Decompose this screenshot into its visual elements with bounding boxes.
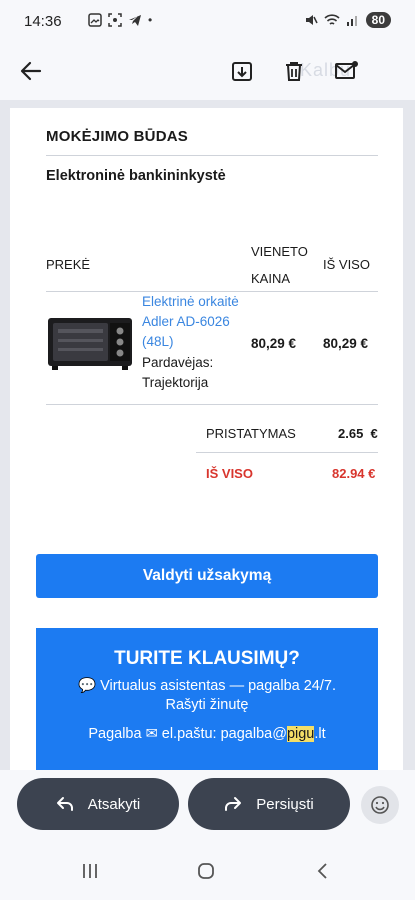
email-toolbar: Kalbu (0, 44, 415, 100)
forward-label: Persiųsti (256, 795, 314, 813)
forward-button[interactable]: Persiųsti (188, 778, 350, 830)
trash-icon (286, 62, 302, 81)
system-nav-bar (0, 840, 415, 900)
emoji-reaction-button[interactable] (361, 786, 399, 824)
nav-back-icon (317, 863, 327, 879)
divider (196, 452, 378, 453)
total-value: 82.94 € (332, 466, 376, 481)
scan-icon (108, 13, 122, 27)
recents-button[interactable] (81, 862, 99, 885)
column-total: IŠ VISO (323, 257, 370, 272)
help-email-prefix: Pagalba ✉ el.paštu: pagalba@ (88, 726, 287, 742)
forward-icon (225, 797, 242, 811)
seller-name: Trajektorija (142, 375, 209, 390)
wifi-icon (324, 14, 340, 25)
back-arrow-icon (20, 61, 42, 81)
help-title: TURITE KLAUSIMŲ? (114, 648, 300, 669)
home-icon (198, 863, 214, 879)
smiley-icon (371, 796, 389, 814)
action-bar: Atsakyti Persiųsti (0, 770, 415, 840)
divider (46, 155, 378, 156)
seller-label: Pardavėjas: (142, 355, 214, 370)
manage-order-button[interactable]: Valdyti užsakymą (36, 554, 378, 598)
write-message-link[interactable]: Rašyti žinutę (36, 697, 378, 713)
help-box: TURITE KLAUSIMŲ? 💬 Virtualus asistentas … (36, 628, 378, 770)
column-unit-price-line2: KAINA (251, 271, 291, 286)
status-bar: 14:36 • 80 (0, 0, 415, 44)
recents-icon (83, 864, 97, 878)
reply-icon (56, 797, 73, 811)
total-label: IŠ VISO (206, 466, 253, 481)
help-email-line[interactable]: Pagalba ✉ el.paštu: pagalba@pigu.lt (36, 726, 378, 742)
reply-label: Atsakyti (87, 795, 141, 813)
archive-icon (232, 62, 252, 81)
delivery-label: PRISTATYMAS (206, 426, 296, 441)
mark-unread-button[interactable] (333, 58, 359, 84)
email-body[interactable]: MOKĖJIMO BŪDAS Elektroninė bankininkystė… (0, 100, 415, 770)
reply-button[interactable]: Atsakyti (17, 778, 179, 830)
payment-section-title: MOKĖJIMO BŪDAS (46, 128, 188, 145)
help-email-suffix: .lt (314, 726, 326, 742)
back-button[interactable] (18, 58, 44, 84)
payment-method: Elektroninė bankininkystė (46, 168, 226, 184)
system-icons: 80 (304, 12, 391, 28)
column-item: PREKĖ (46, 257, 91, 272)
product-image[interactable] (46, 310, 134, 372)
unit-price: 80,29 € (251, 336, 297, 351)
virtual-assistant-link[interactable]: 💬 Virtualus asistentas — pagalba 24/7. (36, 677, 378, 694)
telegram-icon (129, 15, 141, 26)
notification-icons: • (88, 13, 152, 27)
delete-button[interactable] (281, 58, 307, 84)
divider (46, 404, 378, 405)
home-button[interactable] (197, 862, 215, 885)
archive-button[interactable] (229, 58, 255, 84)
seller-info: Pardavėjas: Trajektorija (142, 353, 252, 393)
column-unit-price-line1: VIENETO (251, 244, 308, 259)
mute-icon (305, 15, 318, 25)
help-email-highlight: pigu (286, 726, 315, 742)
email-card: MOKĖJIMO BŪDAS Elektroninė bankininkystė… (10, 108, 403, 770)
product-link[interactable]: Elektrinė orkaitė Adler AD-6026 (48L) (142, 292, 252, 352)
nav-back-button[interactable] (315, 862, 329, 885)
dot-icon: • (148, 13, 153, 27)
delivery-value: 2.65 € (338, 426, 378, 441)
battery-indicator: 80 (365, 12, 391, 28)
gallery-icon (88, 13, 102, 27)
signal-icon (346, 16, 357, 26)
status-time: 14:36 (24, 13, 62, 30)
mail-icon (335, 61, 358, 79)
line-total: 80,29 € (323, 336, 369, 351)
